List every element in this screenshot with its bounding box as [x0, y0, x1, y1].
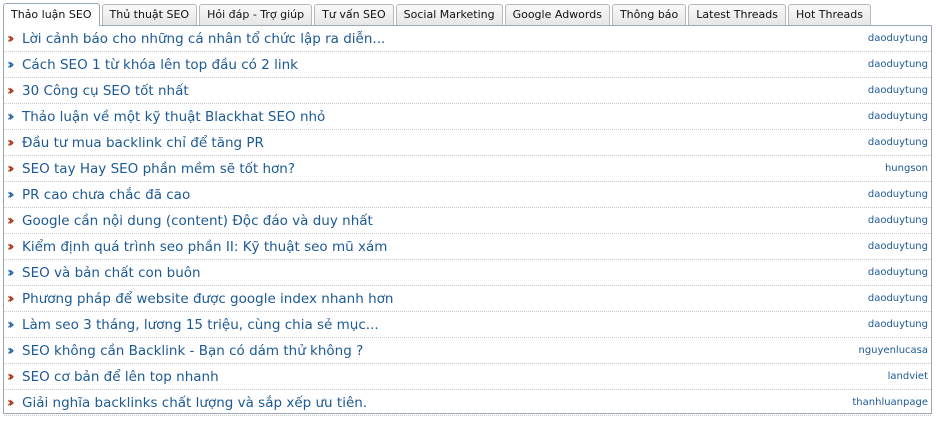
- thread-author-link[interactable]: daoduytung: [868, 32, 928, 46]
- thread-row: ›› 30 Công cụ SEO tốt nhất daoduytung: [4, 78, 931, 104]
- thread-author-link[interactable]: daoduytung: [868, 110, 928, 124]
- thread-author-link[interactable]: daoduytung: [868, 188, 928, 202]
- tab-6[interactable]: Google Adwords: [504, 4, 610, 25]
- thread-title-link[interactable]: PR cao chưa chắc đã cao: [22, 185, 190, 205]
- thread-title-link[interactable]: Cách SEO 1 từ khóa lên top đầu có 2 link: [22, 55, 298, 75]
- thread-row: ›› Kiểm định quá trình seo phần II: Kỹ th…: [4, 234, 931, 260]
- tab-8[interactable]: Latest Threads: [688, 4, 786, 25]
- thread-title-link[interactable]: Giải nghĩa backlinks chất lượng và sắp x…: [22, 393, 367, 413]
- double-arrow-red-icon: ››: [7, 291, 14, 307]
- thread-author-link[interactable]: daoduytung: [868, 266, 928, 280]
- thread-list: ›› Lời cảnh báo cho những cá nhân tổ chức…: [3, 25, 932, 416]
- double-arrow-blue-icon: ››: [7, 109, 14, 125]
- tab-7[interactable]: Thông báo: [611, 4, 687, 25]
- thread-title-link[interactable]: Làm seo 3 tháng, lương 15 triệu, cùng ch…: [22, 315, 379, 335]
- thread-row: ›› Phương pháp để website được google ind…: [4, 286, 931, 312]
- double-arrow-red-icon: ››: [7, 239, 14, 255]
- thread-title-link[interactable]: Kiểm định quá trình seo phần II: Kỹ thuậ…: [22, 237, 387, 257]
- thread-row: ›› SEO cơ bản để lên top nhanh landviet: [4, 364, 931, 390]
- thread-row: ›› Thảo luận về một kỹ thuật Blackhat SEO…: [4, 104, 931, 130]
- double-arrow-red-icon: ››: [7, 369, 14, 385]
- thread-author-link[interactable]: daoduytung: [868, 318, 928, 332]
- tab-9[interactable]: Hot Threads: [787, 4, 871, 25]
- thread-author-link[interactable]: daoduytung: [868, 214, 928, 228]
- thread-author-link[interactable]: landviet: [888, 370, 928, 384]
- thread-author-link[interactable]: daoduytung: [868, 84, 928, 98]
- thread-title-link[interactable]: SEO cơ bản để lên top nhanh: [22, 367, 219, 387]
- thread-title-link[interactable]: SEO tay Hay SEO phần mềm sẽ tốt hơn?: [22, 159, 295, 179]
- thread-author-link[interactable]: daoduytung: [868, 136, 928, 150]
- thread-author-link[interactable]: nguyenlucasa: [858, 344, 928, 358]
- double-arrow-blue-icon: ››: [7, 343, 14, 359]
- thread-row: ›› Làm seo 3 tháng, lương 15 triệu, cùng …: [4, 312, 931, 338]
- thread-title-link[interactable]: Lời cảnh báo cho những cá nhân tổ chức l…: [22, 29, 385, 49]
- double-arrow-red-icon: ››: [7, 31, 14, 47]
- thread-title-link[interactable]: Google cần nội dung (content) Độc đáo và…: [22, 211, 373, 231]
- thread-row: ›› Lời cảnh báo cho những cá nhân tổ chức…: [4, 26, 931, 52]
- thread-row: ›› SEO không cần Backlink - Bạn có dám th…: [4, 338, 931, 364]
- double-arrow-blue-icon: ››: [7, 317, 14, 333]
- thread-row: ›› Google cần nội dung (content) Độc đáo …: [4, 208, 931, 234]
- thread-title-link[interactable]: Đầu tư mua backlink chỉ để tăng PR: [22, 133, 264, 153]
- tab-4[interactable]: Tư vấn SEO: [314, 4, 394, 25]
- thread-row: ›› PR cao chưa chắc đã cao daoduytung: [4, 182, 931, 208]
- double-arrow-red-icon: ››: [7, 135, 14, 151]
- thread-title-link[interactable]: SEO và bản chất con buôn: [22, 263, 201, 283]
- thread-author-link[interactable]: daoduytung: [868, 292, 928, 306]
- tab-5[interactable]: Social Marketing: [395, 4, 503, 25]
- thread-title-link[interactable]: Thảo luận về một kỹ thuật Blackhat SEO n…: [22, 107, 325, 127]
- thread-author-link[interactable]: thanhluanpage: [852, 396, 928, 410]
- double-arrow-blue-icon: ››: [7, 265, 14, 281]
- thread-row: ›› Giải nghĩa backlinks chất lượng và sắp…: [4, 390, 931, 416]
- thread-row: ›› SEO tay Hay SEO phần mềm sẽ tốt hơn? hu…: [4, 156, 931, 182]
- double-arrow-red-icon: ››: [7, 395, 14, 411]
- thread-author-link[interactable]: daoduytung: [868, 58, 928, 72]
- double-arrow-red-icon: ››: [7, 161, 14, 177]
- thread-title-link[interactable]: 30 Công cụ SEO tốt nhất: [22, 81, 189, 101]
- tab-bar: Thảo luận SEO Thủ thuật SEO Hỏi đáp - Trợ …: [3, 2, 873, 26]
- tab-2[interactable]: Thủ thuật SEO: [101, 4, 198, 25]
- thread-row: ›› SEO và bản chất con buôn daoduytung: [4, 260, 931, 286]
- thread-title-link[interactable]: SEO không cần Backlink - Bạn có dám thử …: [22, 341, 363, 361]
- tab-1[interactable]: Thảo luận SEO: [3, 3, 100, 26]
- thread-row: ›› Cách SEO 1 từ khóa lên top đầu có 2 li…: [4, 52, 931, 78]
- double-arrow-red-icon: ››: [7, 213, 14, 229]
- thread-row: ›› Đầu tư mua backlink chỉ để tăng PR daod…: [4, 130, 931, 156]
- thread-author-link[interactable]: hungson: [885, 162, 928, 176]
- double-arrow-red-icon: ››: [7, 83, 14, 99]
- double-arrow-blue-icon: ››: [7, 57, 14, 73]
- double-arrow-blue-icon: ››: [7, 187, 14, 203]
- thread-author-link[interactable]: daoduytung: [868, 240, 928, 254]
- tab-3[interactable]: Hỏi đáp - Trợ giúp: [199, 4, 313, 25]
- thread-title-link[interactable]: Phương pháp để website được google index…: [22, 289, 393, 309]
